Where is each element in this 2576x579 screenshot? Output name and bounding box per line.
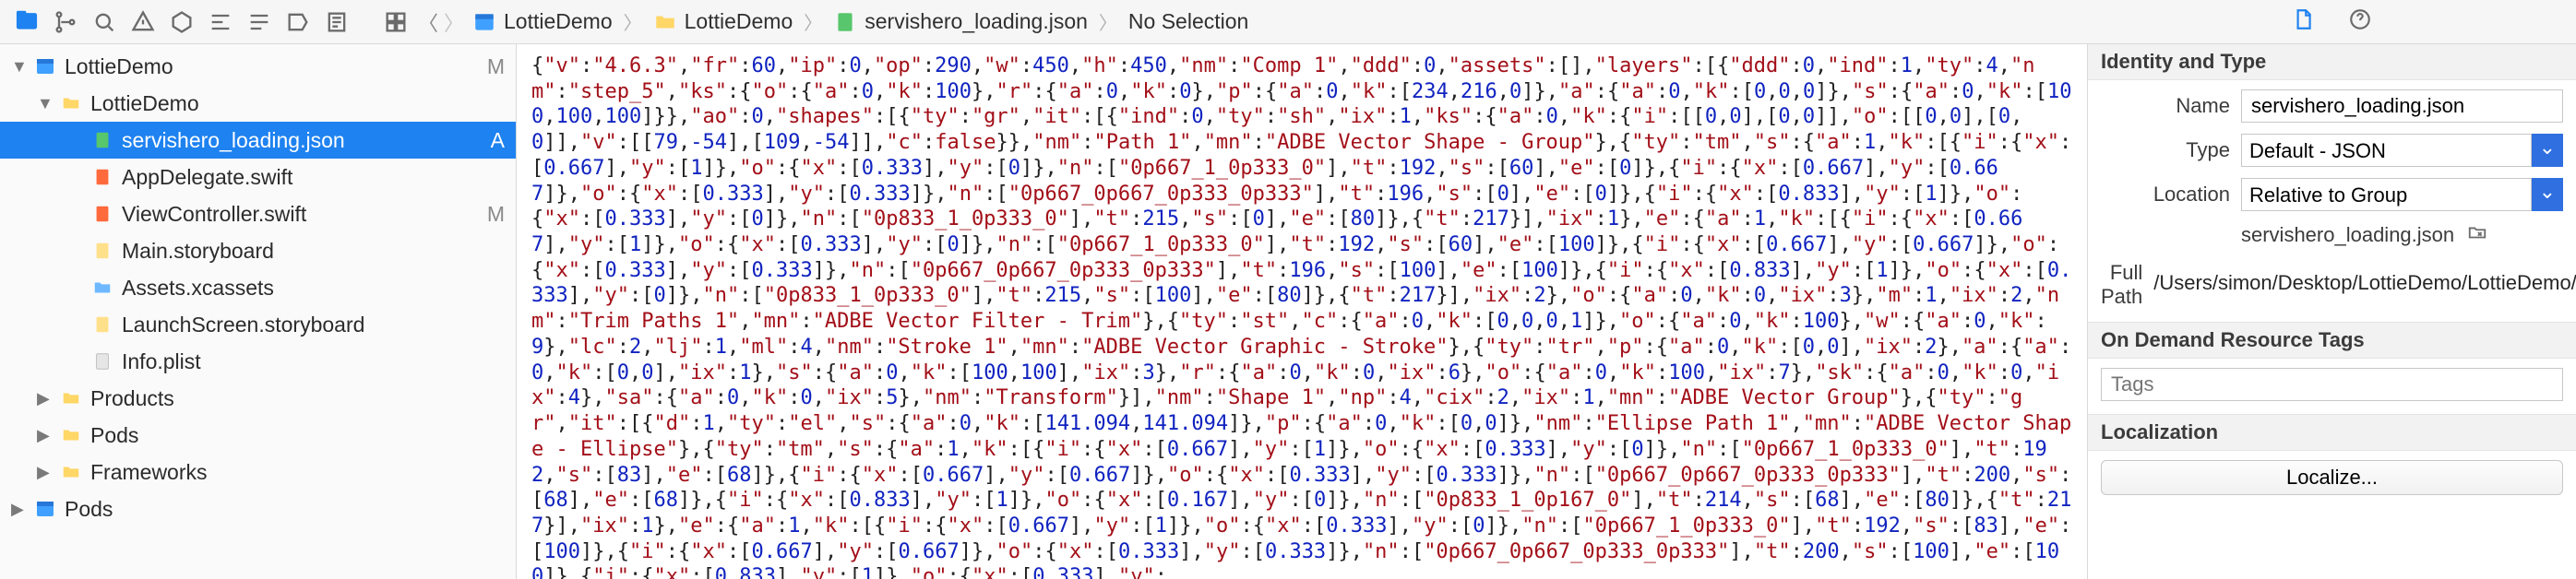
navigator-tab-report[interactable] [317,0,356,44]
breadcrumb-folder: LottieDemo [685,9,793,34]
inspector-tab-help[interactable] [2348,7,2372,37]
scm-status: A [481,128,505,153]
nav-item-label: LaunchScreen.storyboard [122,313,505,337]
nav-file[interactable]: Main.storyboard [0,232,516,269]
navigator-tab-breakpoint[interactable] [279,0,317,44]
nav-folder[interactable]: ▼ LottieDemo [0,85,516,122]
nav-item-label: Pods [90,423,505,448]
inspector-tab-file[interactable] [2291,7,2315,37]
disclosure-triangle-icon[interactable]: ▼ [11,57,31,77]
disclosure-triangle-icon[interactable]: ▼ [37,94,57,113]
editor-content[interactable]: {"v":"4.6.3","fr":60,"ip":0,"op":290,"w"… [531,53,2072,579]
nav-file[interactable]: ViewController.swift M [0,195,516,232]
navigator-tab-issue[interactable] [162,0,201,44]
nav-pods-project[interactable]: ▶ Pods [0,490,516,527]
scm-status: M [481,202,505,227]
nav-folder[interactable]: ▶ Frameworks [0,454,516,490]
relative-path: servishero_loading.json [2241,223,2454,247]
json-file-icon [833,10,857,34]
nav-item-label: Assets.xcassets [122,276,505,301]
navigator-tab-test[interactable] [201,0,240,44]
file-type-select[interactable]: Default - JSON [2241,134,2563,167]
disclosure-triangle-icon[interactable]: ▶ [37,389,57,408]
field-label: Location [2101,183,2230,207]
breadcrumb[interactable]: LottieDemo 〉 LottieDemo 〉 servishero_loa… [467,8,1248,35]
nav-folder[interactable]: ▶ Pods [0,417,516,454]
inspector-section-identity: Identity and Type [2088,44,2576,80]
folder-icon [57,462,85,482]
breadcrumb-selection: No Selection [1128,9,1248,34]
nav-item-label: Frameworks [90,460,505,485]
choose-path-icon[interactable] [2467,222,2487,248]
nav-item-label: LottieDemo [90,91,505,116]
odr-tags-input[interactable] [2101,368,2563,401]
assets-folder-icon [89,278,116,298]
localize-button[interactable]: Localize... [2101,460,2563,495]
folder-icon [57,388,85,408]
history-forward[interactable]: 〉 [441,7,467,37]
navigator-tab-find[interactable] [124,0,162,44]
nav-file-selected[interactable]: servishero_loading.json A [0,122,516,159]
nav-item-label: Pods [65,497,505,522]
file-location-select[interactable]: Relative to Group [2241,178,2563,211]
inspector-section-localization: Localization [2088,414,2576,451]
storyboard-file-icon [89,314,116,335]
xcode-project-icon [31,55,59,77]
nav-item-label: servishero_loading.json [122,128,481,153]
chevron-right-icon: 〉 [622,8,644,35]
navigator-tab-debug[interactable] [240,0,279,44]
disclosure-triangle-icon[interactable]: ▶ [37,463,57,482]
nav-item-label: Main.storyboard [122,239,505,264]
field-label: Type [2101,138,2230,162]
navigator-tab-source-control[interactable] [46,0,85,44]
nav-item-label: ViewController.swift [122,202,481,227]
folder-icon [57,93,85,113]
field-label: Full Path [2101,259,2142,309]
full-path: /Users/simon/Desktop/LottieDemo/LottieDe… [2153,271,2576,297]
nav-file[interactable]: Assets.xcassets [0,269,516,306]
file-name-input[interactable] [2241,89,2563,123]
storyboard-file-icon [89,241,116,261]
nav-project-root[interactable]: ▼ LottieDemo M [0,48,516,85]
breadcrumb-file: servishero_loading.json [865,9,1088,34]
disclosure-triangle-icon[interactable]: ▶ [37,426,57,445]
nav-file[interactable]: Info.plist [0,343,516,380]
navigator-tab-project[interactable] [7,0,46,44]
field-label: Name [2101,94,2230,118]
navigator-tab-symbol[interactable] [85,0,124,44]
nav-file[interactable]: AppDelegate.swift [0,159,516,195]
file-inspector: Identity and Type Name Type Default - JS… [2087,44,2576,579]
nav-item-label: Info.plist [122,349,505,374]
chevron-right-icon: 〉 [802,8,824,35]
editor-related-items[interactable] [376,0,415,44]
nav-item-label: LottieDemo [65,54,481,79]
nav-file[interactable]: LaunchScreen.storyboard [0,306,516,343]
swift-file-icon [89,167,116,187]
project-navigator[interactable]: ▼ LottieDemo M ▼ LottieDemo servishero_l… [0,44,517,579]
nav-item-label: Products [90,386,505,411]
swift-file-icon [89,204,116,224]
json-file-icon [89,130,116,150]
folder-icon [57,425,85,445]
plist-file-icon [89,351,116,372]
source-editor[interactable]: {"v":"4.6.3","fr":60,"ip":0,"op":290,"w"… [517,44,2087,579]
breadcrumb-project: LottieDemo [504,9,613,34]
disclosure-triangle-icon[interactable]: ▶ [11,500,31,519]
inspector-section-odr: On Demand Resource Tags [2088,322,2576,359]
nav-item-label: AppDelegate.swift [122,165,505,190]
folder-icon [653,10,677,34]
history-back[interactable]: 〈 [415,7,441,37]
xcode-project-icon [31,498,59,520]
scm-status: M [481,54,505,79]
nav-folder[interactable]: ▶ Products [0,380,516,417]
xcode-project-icon [472,10,496,34]
chevron-right-icon: 〉 [1097,8,1119,35]
